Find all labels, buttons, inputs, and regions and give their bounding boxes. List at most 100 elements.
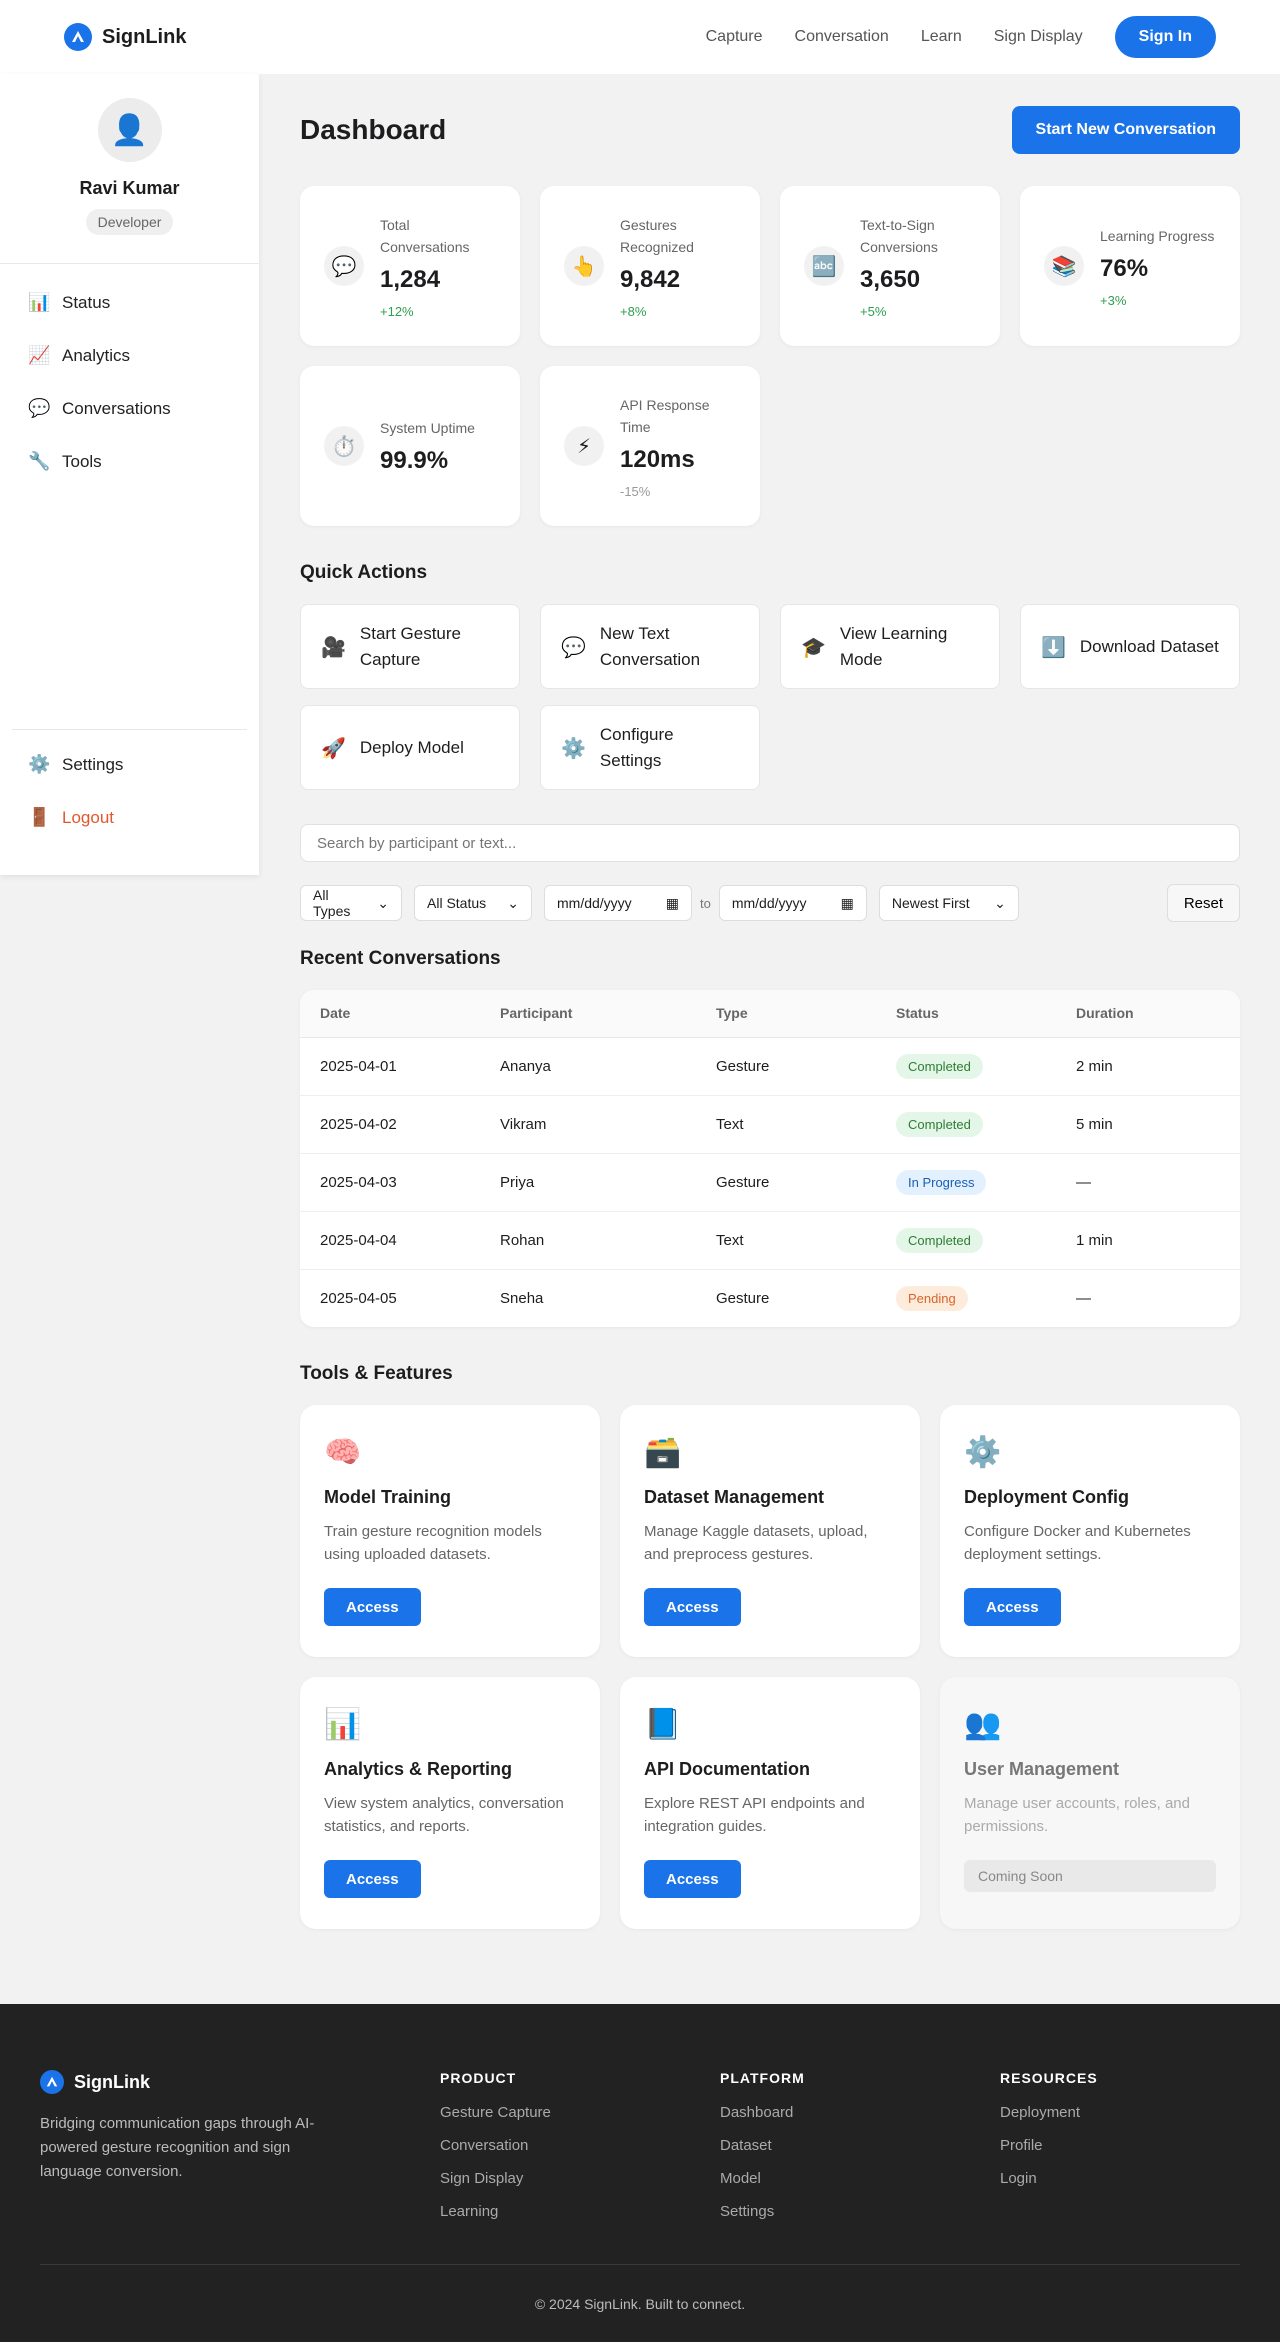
column-header-date[interactable]: Date xyxy=(300,990,480,1038)
nav-link-sign-display[interactable]: Sign Display xyxy=(994,28,1083,46)
quick-action-new-text-conversation[interactable]: 💬 New Text Conversation xyxy=(540,604,760,689)
sidebar-item-conversations[interactable]: 💬 Conversations xyxy=(0,382,259,435)
footer-column-platform: PLATFORM Dashboard Dataset Model Setting… xyxy=(720,2070,805,2236)
stat-label: Total Conversations xyxy=(380,216,470,255)
column-header-duration[interactable]: Duration xyxy=(1056,990,1240,1038)
start-new-conversation-button[interactable]: Start New Conversation xyxy=(1011,106,1240,154)
footer-link-sign-display[interactable]: Sign Display xyxy=(440,2170,551,2203)
cell-type: Text xyxy=(696,1095,876,1154)
quick-action-view-learning-mode[interactable]: 🎓 View Learning Mode xyxy=(780,604,1000,689)
tool-card-dataset-management: 🗃️ Dataset Management Manage Kaggle data… xyxy=(620,1405,920,1657)
stat-value: 9,842 xyxy=(620,265,681,293)
tool-card-analytics-reporting: 📊 Analytics & Reporting View system anal… xyxy=(300,1677,600,1929)
tool-title: Deployment Config xyxy=(964,1487,1129,1507)
footer-description: Bridging communication gaps through AI-p… xyxy=(40,2115,315,2180)
access-button[interactable]: Access xyxy=(324,1588,421,1626)
footer-link-dashboard[interactable]: Dashboard xyxy=(720,2104,805,2137)
recent-conversations-title: Recent Conversations xyxy=(300,948,501,969)
sidebar-item-logout[interactable]: 🚪 Logout xyxy=(12,791,247,844)
footer-link-dataset[interactable]: Dataset xyxy=(720,2137,805,2170)
sidebar-item-analytics[interactable]: 📈 Analytics xyxy=(0,329,259,382)
cell-duration: 2 min xyxy=(1056,1037,1240,1096)
quick-action-start-gesture-capture[interactable]: 🎥 Start Gesture Capture xyxy=(300,604,520,689)
status-filter-value: All Status xyxy=(427,895,487,911)
blue-book-icon: 📘 xyxy=(644,1707,682,1742)
top-navbar: SignLink Capture Conversation Learn Sign… xyxy=(0,0,1280,74)
sidebar-item-tools[interactable]: 🔧 Tools xyxy=(0,435,259,488)
cell-status: Completed xyxy=(876,1037,1056,1096)
chevron-down-icon: ⌄ xyxy=(507,894,519,911)
sort-select[interactable]: Newest First ⌄ xyxy=(878,885,1019,921)
cell-participant: Sneha xyxy=(500,1289,544,1307)
footer-column-title: RESOURCES xyxy=(1000,2070,1098,2086)
cell-type: Text xyxy=(696,1211,876,1270)
wrench-icon: 🔧 xyxy=(28,451,51,472)
column-header-status[interactable]: Status xyxy=(876,990,1056,1038)
table-row[interactable]: 2025-04-02 Vikram Text Completed 5 min xyxy=(300,1095,1240,1154)
cell-status: Completed xyxy=(876,1095,1056,1154)
access-button[interactable]: Access xyxy=(324,1860,421,1898)
stat-change: +8% xyxy=(620,303,647,319)
footer-link-learning[interactable]: Learning xyxy=(440,2203,551,2236)
cell-date: 2025-04-05 xyxy=(320,1289,397,1307)
quick-action-download-dataset[interactable]: ⬇️ Download Dataset xyxy=(1020,604,1240,689)
quick-action-label: View Learning Mode xyxy=(839,623,948,669)
table-row[interactable]: 2025-04-04 Rohan Text Completed 1 min xyxy=(300,1211,1240,1270)
brand-logo[interactable]: SignLink xyxy=(64,23,186,51)
column-header-type[interactable]: Type xyxy=(696,990,876,1038)
date-to-input[interactable]: mm/dd/yyyy ▦ xyxy=(718,885,867,921)
footer-link-login[interactable]: Login xyxy=(1000,2170,1098,2203)
access-button[interactable]: Access xyxy=(644,1860,741,1898)
footer-link-gesture-capture[interactable]: Gesture Capture xyxy=(440,2104,551,2137)
copyright-text: © 2024 SignLink. Built to connect. xyxy=(534,2296,746,2312)
access-button[interactable]: Access xyxy=(964,1588,1061,1626)
sidebar-item-settings[interactable]: ⚙️ Settings xyxy=(12,738,247,791)
sidebar-bottom: ⚙️ Settings 🚪 Logout xyxy=(12,729,247,844)
footer-column-resources: RESOURCES Deployment Profile Login xyxy=(1000,2070,1098,2203)
table-row[interactable]: 2025-04-05 Sneha Gesture Pending — xyxy=(300,1269,1240,1327)
status-badge: In Progress xyxy=(896,1169,987,1195)
brain-icon: 🧠 xyxy=(324,1435,362,1470)
cell-type: Gesture xyxy=(696,1153,876,1212)
type-filter-select[interactable]: All Types ⌄ xyxy=(300,885,402,921)
quick-action-configure-settings[interactable]: ⚙️ Configure Settings xyxy=(540,705,760,790)
reset-filters-button[interactable]: Reset xyxy=(1166,884,1240,922)
stat-change: -15% xyxy=(620,483,651,499)
status-filter-select[interactable]: All Status ⌄ xyxy=(414,885,532,921)
coming-soon-button: Coming Soon xyxy=(964,1860,1216,1892)
footer-link-deployment[interactable]: Deployment xyxy=(1000,2104,1098,2137)
stat-change: +12% xyxy=(380,303,414,319)
sidebar-item-label: Analytics xyxy=(62,345,131,365)
footer-link-settings[interactable]: Settings xyxy=(720,2203,805,2236)
sidebar-item-status[interactable]: 📊 Status xyxy=(0,276,259,329)
nav-link-capture[interactable]: Capture xyxy=(706,28,763,46)
stat-label: System Uptime xyxy=(380,420,475,436)
chevron-down-icon: ⌄ xyxy=(377,894,389,911)
footer-link-conversation[interactable]: Conversation xyxy=(440,2137,551,2170)
nav-link-learn[interactable]: Learn xyxy=(921,28,962,46)
sign-in-button[interactable]: Sign In xyxy=(1114,16,1216,58)
stat-value: 76% xyxy=(1100,254,1149,282)
footer-link-model[interactable]: Model xyxy=(720,2170,805,2203)
tool-card-api-documentation: 📘 API Documentation Explore REST API end… xyxy=(620,1677,920,1929)
tool-card-model-training: 🧠 Model Training Train gesture recogniti… xyxy=(300,1405,600,1657)
stat-label: Text-to-Sign Conversions xyxy=(860,216,938,255)
quick-action-deploy-model[interactable]: 🚀 Deploy Model xyxy=(300,705,520,790)
main-content: Dashboard Start New Conversation 💬 Total… xyxy=(300,74,1240,1929)
cell-date: 2025-04-03 xyxy=(300,1153,480,1212)
quick-action-label: Configure Settings xyxy=(599,724,674,770)
table-row[interactable]: 2025-04-01 Ananya Gesture Completed 2 mi… xyxy=(300,1037,1240,1096)
footer-brand[interactable]: SignLink xyxy=(40,2070,150,2094)
date-from-input[interactable]: mm/dd/yyyy ▦ xyxy=(544,885,692,921)
quick-action-label: Deploy Model xyxy=(359,737,464,757)
stat-card-system-uptime: ⏱️ System Uptime 99.9% xyxy=(300,366,520,526)
search-input[interactable] xyxy=(300,824,1240,862)
cell-date: 2025-04-01 xyxy=(300,1037,480,1096)
nav-link-conversation[interactable]: Conversation xyxy=(795,28,889,46)
table-row[interactable]: 2025-04-03 Priya Gesture In Progress — xyxy=(300,1153,1240,1212)
tool-card-deployment-config: ⚙️ Deployment Config Configure Docker an… xyxy=(940,1405,1240,1657)
footer-link-profile[interactable]: Profile xyxy=(1000,2137,1098,2170)
gear-icon: ⚙️ xyxy=(561,735,586,760)
column-header-participant[interactable]: Participant xyxy=(480,990,696,1038)
access-button[interactable]: Access xyxy=(644,1588,741,1626)
